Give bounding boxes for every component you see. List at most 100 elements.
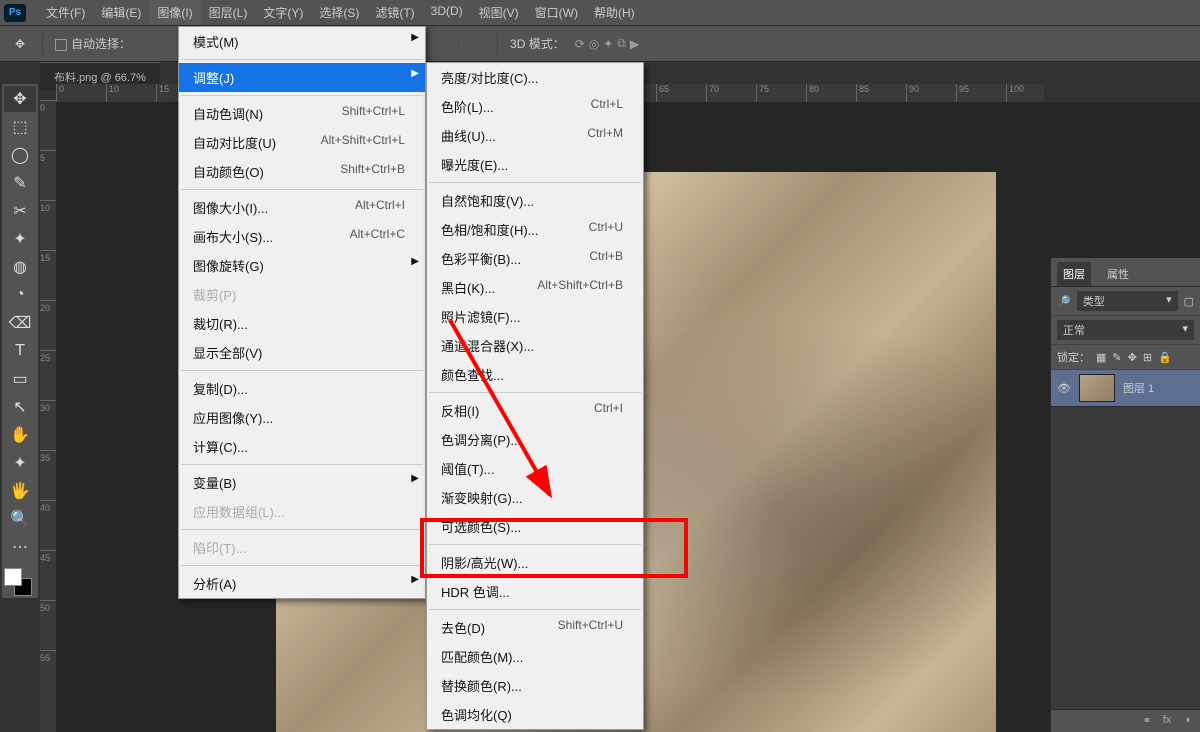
menu-item-色阶l[interactable]: 色阶(L)...Ctrl+L	[427, 92, 643, 121]
tab-layers[interactable]: 图层	[1057, 262, 1091, 286]
tool-14[interactable]: 🖐	[4, 478, 36, 504]
menu-item-通道混合器x[interactable]: 通道混合器(X)...	[427, 331, 643, 360]
tool-12[interactable]: ✋	[4, 422, 36, 448]
app-logo: Ps	[4, 4, 26, 22]
menu-3d[interactable]: 3D(D)	[423, 0, 471, 25]
lock-label: 锁定：	[1057, 349, 1090, 365]
menu-编辑[interactable]: 编辑(E)	[93, 0, 149, 25]
layers-footer: ⚭ fx ◑	[1051, 709, 1200, 732]
menu-image-dropdown: 模式(M)▶ 调整(J)▶ 自动色调(N)Shift+Ctrl+L自动对比度(U)A…	[178, 26, 426, 599]
tool-10[interactable]: ▭	[4, 366, 36, 392]
tool-8[interactable]: ⌫	[4, 310, 36, 336]
layer-name[interactable]: 图层 1	[1123, 380, 1154, 396]
layer-list: 👁 图层 1	[1051, 370, 1200, 709]
menu-item-图像大小i[interactable]: 图像大小(I)...Alt+Ctrl+I	[179, 193, 425, 222]
menu-文字[interactable]: 文字(Y)	[255, 0, 311, 25]
layer-filter-icon[interactable]: ▢	[1184, 295, 1194, 308]
lock-brush-icon[interactable]: ✎	[1112, 351, 1121, 364]
menu-item-自动色调n[interactable]: 自动色调(N)Shift+Ctrl+L	[179, 99, 425, 128]
mode3d-icons: ⟳◎✦⧉▶	[575, 36, 639, 51]
tool-11[interactable]: ↖	[4, 394, 36, 420]
tool-0[interactable]: ✥	[4, 86, 36, 112]
menu-item-曝光度e[interactable]: 曝光度(E)...	[427, 150, 643, 179]
menu-帮助[interactable]: 帮助(H)	[586, 0, 643, 25]
menu-item-色调均化q[interactable]: 色调均化(Q)	[427, 700, 643, 729]
menu-item-黑白k[interactable]: 黑白(K)...Alt+Shift+Ctrl+B	[427, 273, 643, 302]
layer-kind-select[interactable]: 类型▾	[1077, 291, 1178, 311]
menu-item-分析a[interactable]: 分析(A)▶	[179, 569, 425, 598]
menu-adjust-dropdown: 亮度/对比度(C)...色阶(L)...Ctrl+L曲线(U)...Ctrl+M…	[426, 62, 644, 730]
menu-图像[interactable]: 图像(I)	[149, 0, 200, 25]
tool-9[interactable]: T	[4, 338, 36, 364]
toolbar: ✥⬚◯✎✂✦◍◔⌫T▭↖✋✦🖐🔍⋯	[2, 84, 38, 598]
menu-item-自动颜色o[interactable]: 自动颜色(O)Shift+Ctrl+B	[179, 157, 425, 186]
menu-item-匹配颜色m[interactable]: 匹配颜色(M)...	[427, 642, 643, 671]
tool-4[interactable]: ✂	[4, 198, 36, 224]
link-icon[interactable]: ⚭	[1140, 714, 1154, 728]
lock-artboard-icon[interactable]: ⊞	[1143, 351, 1152, 364]
menu-item-反相i[interactable]: 反相(I)Ctrl+I	[427, 396, 643, 425]
tool-3[interactable]: ✎	[4, 170, 36, 196]
menu-item-曲线u[interactable]: 曲线(U)...Ctrl+M	[427, 121, 643, 150]
menu-item-渐变映射g[interactable]: 渐变映射(G)...	[427, 483, 643, 512]
tool-15[interactable]: 🔍	[4, 506, 36, 532]
menu-item-裁剪p: 裁剪(P)	[179, 280, 425, 309]
menu-视图[interactable]: 视图(V)	[471, 0, 527, 25]
menu-item-陷印t: 陷印(T)...	[179, 533, 425, 562]
color-swatches[interactable]	[4, 568, 32, 596]
menu-item-复制d[interactable]: 复制(D)...	[179, 374, 425, 403]
menu-item-照片滤镜f[interactable]: 照片滤镜(F)...	[427, 302, 643, 331]
menu-item-替换颜色r[interactable]: 替换颜色(R)...	[427, 671, 643, 700]
tool-16[interactable]: ⋯	[4, 534, 36, 560]
ruler-vertical: 0510152025303540455055	[40, 100, 56, 732]
layers-panel: 图层 属性 🔎 类型▾ ▢ 正常▾ 锁定： ▦ ✎ ✥ ⊞ 🔒 👁 图层 1 ⚭…	[1050, 258, 1200, 732]
menu-滤镜[interactable]: 滤镜(T)	[367, 0, 422, 25]
mask-icon[interactable]: ◑	[1180, 714, 1194, 728]
tool-7[interactable]: ◔	[4, 282, 36, 308]
menu-item-阈值t[interactable]: 阈值(T)...	[427, 454, 643, 483]
menu-窗口[interactable]: 窗口(W)	[527, 0, 586, 25]
visibility-icon[interactable]: 👁	[1057, 382, 1071, 395]
menu-item-自动对比度u[interactable]: 自动对比度(U)Alt+Shift+Ctrl+L	[179, 128, 425, 157]
fx-icon[interactable]: fx	[1160, 714, 1174, 728]
mode3d-label: 3D 模式：	[510, 35, 565, 52]
tool-1[interactable]: ⬚	[4, 114, 36, 140]
tool-2[interactable]: ◯	[4, 142, 36, 168]
menu-item-可选颜色s[interactable]: 可选颜色(S)...	[427, 512, 643, 541]
menu-item-颜色查找[interactable]: 颜色查找...	[427, 360, 643, 389]
menu-item-去色d[interactable]: 去色(D)Shift+Ctrl+U	[427, 613, 643, 642]
move-tool-icon: ✥	[10, 34, 30, 54]
menu-item-应用图像y[interactable]: 应用图像(Y)...	[179, 403, 425, 432]
menu-item-模式m[interactable]: 模式(M)▶	[179, 27, 425, 56]
lock-pixels-icon[interactable]: ▦	[1096, 351, 1106, 364]
layer-item[interactable]: 👁 图层 1	[1051, 370, 1200, 407]
blend-mode-select[interactable]: 正常▾	[1057, 320, 1194, 340]
autoselect-checkbox[interactable]: 自动选择：	[55, 35, 131, 52]
menu-item-色相/饱和度h[interactable]: 色相/饱和度(H)...Ctrl+U	[427, 215, 643, 244]
tool-13[interactable]: ✦	[4, 450, 36, 476]
menu-item-色彩平衡b[interactable]: 色彩平衡(B)...Ctrl+B	[427, 244, 643, 273]
menubar: Ps 文件(F)编辑(E)图像(I)图层(L)文字(Y)选择(S)滤镜(T)3D…	[0, 0, 1200, 26]
menu-item-自然饱和度v[interactable]: 自然饱和度(V)...	[427, 186, 643, 215]
menu-item-裁切r[interactable]: 裁切(R)...	[179, 309, 425, 338]
lock-move-icon[interactable]: ✥	[1128, 351, 1137, 364]
menu-item-阴影/高光w[interactable]: 阴影/高光(W)...	[427, 548, 643, 577]
tab-properties[interactable]: 属性	[1101, 262, 1135, 286]
menu-item-亮度/对比度c[interactable]: 亮度/对比度(C)...	[427, 63, 643, 92]
menu-图层[interactable]: 图层(L)	[201, 0, 256, 25]
menu-item-显示全部v[interactable]: 显示全部(V)	[179, 338, 425, 367]
menu-item-图像旋转g[interactable]: 图像旋转(G)▶	[179, 251, 425, 280]
tool-5[interactable]: ✦	[4, 226, 36, 252]
menu-item-变量b[interactable]: 变量(B)▶	[179, 468, 425, 497]
menu-选择[interactable]: 选择(S)	[311, 0, 367, 25]
lock-all-icon[interactable]: 🔒	[1158, 351, 1172, 364]
menu-item-hdr色调[interactable]: HDR 色调...	[427, 577, 643, 606]
layer-thumbnail[interactable]	[1079, 374, 1115, 402]
menu-item-色调分离p[interactable]: 色调分离(P)...	[427, 425, 643, 454]
tool-6[interactable]: ◍	[4, 254, 36, 280]
menu-item-调整j[interactable]: 调整(J)▶	[179, 63, 425, 92]
menu-item-画布大小s[interactable]: 画布大小(S)...Alt+Ctrl+C	[179, 222, 425, 251]
menu-文件[interactable]: 文件(F)	[38, 0, 93, 25]
menu-item-应用数据组l: 应用数据组(L)...	[179, 497, 425, 526]
menu-item-计算c[interactable]: 计算(C)...	[179, 432, 425, 461]
